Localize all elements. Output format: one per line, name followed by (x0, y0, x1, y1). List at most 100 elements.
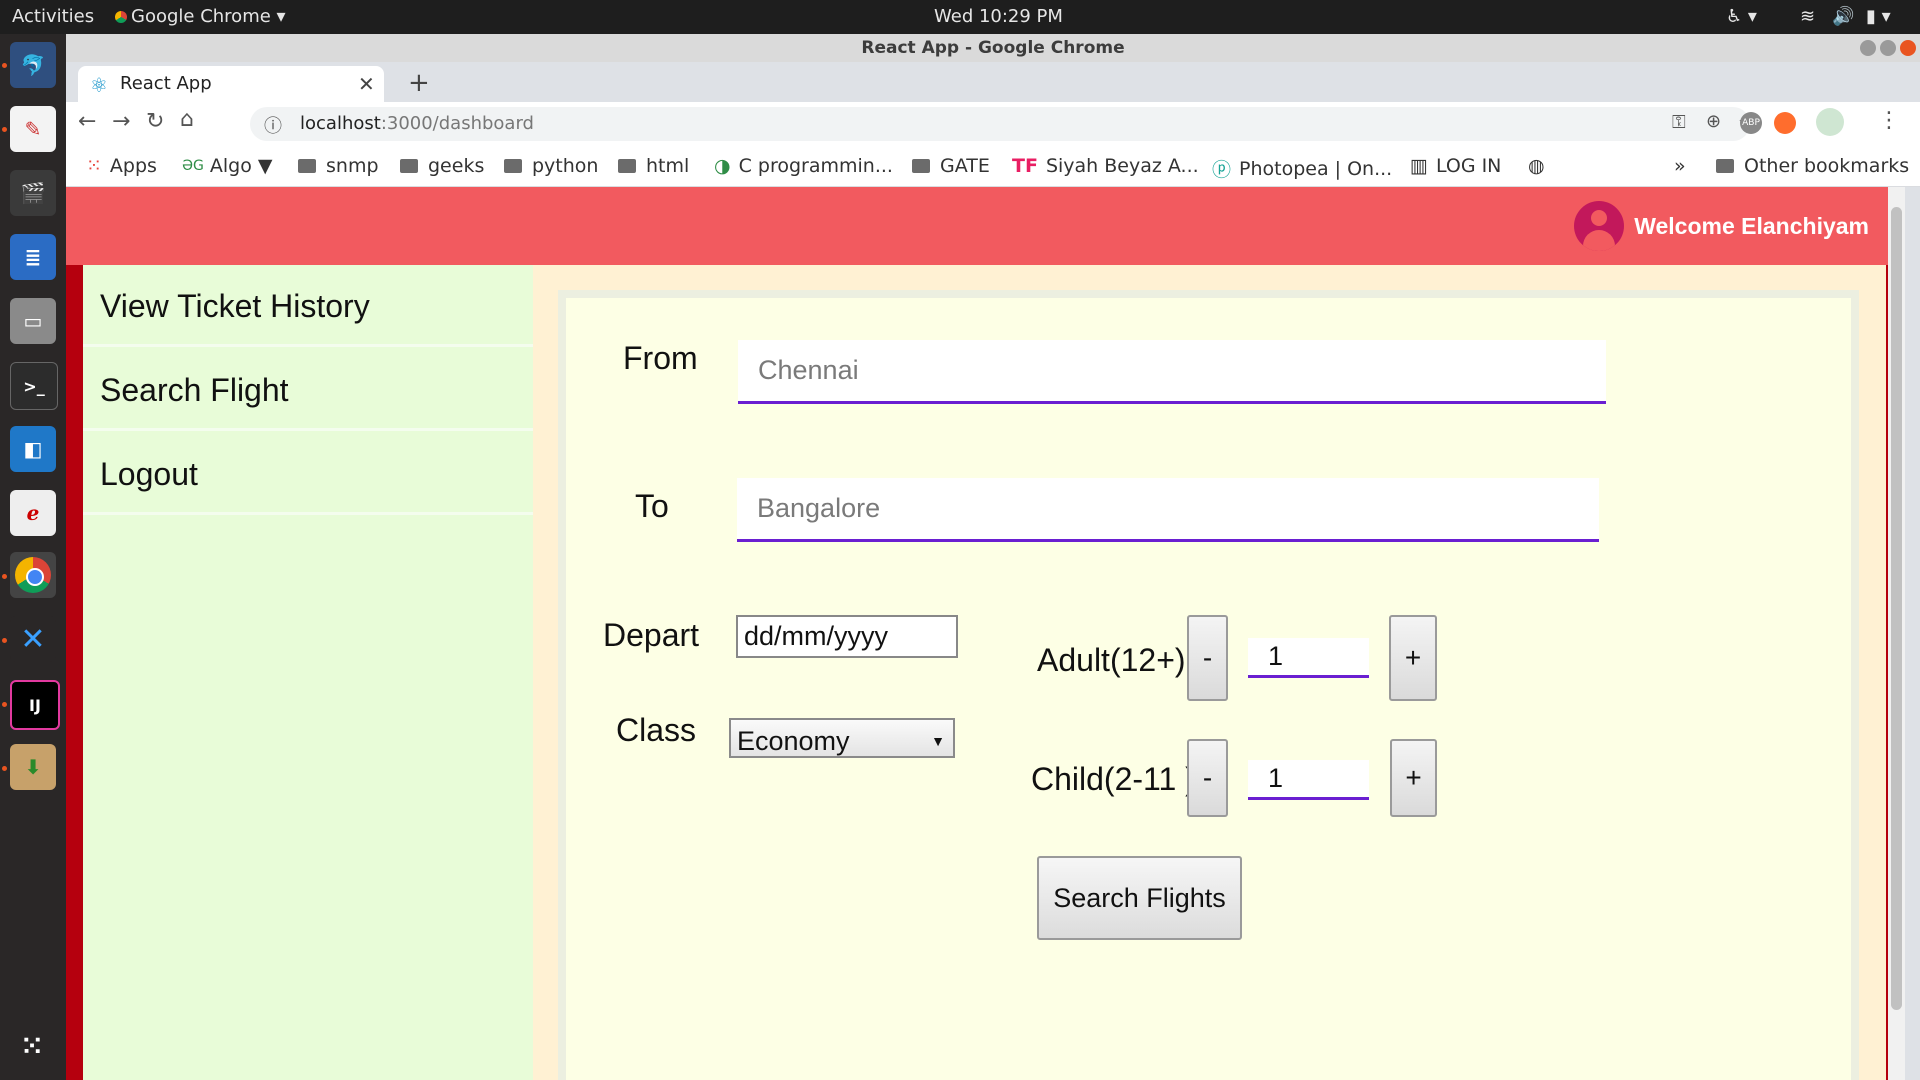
running-indicator (2, 63, 7, 68)
text-editor-icon[interactable]: ✎ (10, 106, 56, 152)
mysql-workbench-icon[interactable]: 🐬 (10, 42, 56, 88)
adult-label: Adult(12+) (1037, 642, 1186, 678)
chrome-app-menu[interactable]: Google Chrome ▾ (115, 6, 286, 27)
scrollbar-thumb[interactable] (1891, 207, 1902, 1010)
vscode-icon[interactable]: ✕ (10, 616, 56, 662)
url-text: localhost:3000/dashboard (300, 113, 534, 134)
child-count-input[interactable]: 1 (1248, 760, 1369, 800)
back-icon[interactable]: ← (78, 109, 96, 134)
class-label: Class (616, 712, 697, 748)
from-input[interactable] (738, 340, 1606, 404)
chrome-small-icon (115, 11, 127, 23)
site-icon: ◑ (714, 155, 731, 177)
document-viewer-icon[interactable]: ℯ (10, 490, 56, 536)
photopea-icon: ⓟ (1212, 159, 1232, 181)
bookmark-c-programming[interactable]: ◑ C programmin... (714, 155, 893, 177)
zoom-icon[interactable]: ⊕ (1706, 111, 1721, 132)
apps-grid-icon: ⁙ (86, 155, 102, 177)
child-decrement-button[interactable]: - (1187, 739, 1228, 817)
chrome-logo-icon (15, 557, 51, 593)
archive-manager-icon[interactable]: ⬇ (10, 744, 56, 790)
show-applications-icon[interactable]: ⁙ (10, 1024, 56, 1070)
bookmark-html[interactable]: html (618, 155, 689, 177)
running-indicator (2, 574, 7, 579)
menu-icon[interactable]: ⋮ (1878, 108, 1900, 133)
volume-icon[interactable]: 🔊 (1832, 6, 1854, 27)
forward-icon[interactable]: → (112, 109, 130, 134)
new-tab-button[interactable]: + (408, 68, 430, 98)
search-flights-button[interactable]: Search Flights (1037, 856, 1242, 940)
search-flight-form: From To Depart dd/mm/yyyy Class Economy … (566, 298, 1851, 1080)
sidebar-item-search-flight[interactable]: Search Flight (83, 349, 533, 431)
extension-icon[interactable] (1774, 112, 1796, 134)
sidebar-item-view-ticket-history[interactable]: View Ticket History (83, 265, 533, 347)
bookmarks-overflow[interactable]: » (1674, 155, 1686, 177)
to-input[interactable] (737, 478, 1599, 542)
app-header: Welcome Elanchiyam (66, 187, 1905, 265)
info-icon[interactable]: ⓘ (264, 112, 282, 138)
terminal-icon[interactable]: >_ (10, 362, 58, 410)
profile-avatar[interactable] (1816, 108, 1844, 136)
home-icon[interactable]: ⌂ (180, 107, 194, 132)
window-title: React App - Google Chrome (66, 34, 1920, 62)
tf-icon: TF (1012, 155, 1038, 177)
key-icon[interactable]: ⚿ (1672, 112, 1686, 133)
welcome-user[interactable]: Welcome Elanchiyam (1574, 201, 1869, 251)
maximize-button[interactable] (1880, 40, 1896, 56)
folder-icon (1716, 159, 1734, 173)
bank-icon: ▥ (1410, 155, 1428, 177)
react-favicon-icon: ⚛ (90, 73, 108, 97)
user-avatar-icon (1574, 201, 1625, 251)
address-bar[interactable]: ⓘ localhost:3000/dashboard ⚿ ⊕ ☆ (250, 107, 1756, 141)
depart-label: Depart (603, 617, 700, 653)
accessibility-icon[interactable]: ♿ ▾ (1726, 6, 1757, 27)
from-label: From (623, 340, 698, 376)
wifi-icon[interactable]: ≋ (1800, 6, 1815, 27)
bookmark-siyah-beyaz[interactable]: TF Siyah Beyaz A... (1012, 155, 1199, 177)
folder-icon (618, 159, 636, 173)
writer-icon[interactable]: ≣ (10, 234, 56, 280)
bookmark-other[interactable]: Other bookmarks (1716, 155, 1909, 177)
reload-icon[interactable]: ↻ (146, 109, 164, 134)
class-select[interactable]: Economy ▼ (729, 718, 955, 758)
chevron-down-icon: ▼ (931, 733, 945, 749)
to-label: To (635, 488, 669, 524)
close-tab-icon[interactable]: ✕ (358, 72, 375, 96)
battery-icon[interactable]: ▮ ▾ (1866, 6, 1891, 27)
remote-desktop-icon[interactable]: ◧ (10, 426, 56, 472)
adult-count-input[interactable]: 1 (1248, 638, 1369, 678)
chrome-window: React App - Google Chrome ⚛ React App ✕ … (66, 34, 1920, 1080)
bookmark-photopea[interactable]: ⓟ Photopea | On... (1212, 155, 1392, 182)
running-indicator (2, 766, 7, 771)
page-scrollbar[interactable] (1888, 187, 1905, 1080)
close-window-button[interactable] (1900, 40, 1916, 56)
child-increment-button[interactable]: + (1390, 739, 1437, 817)
sidebar: View Ticket History Search Flight Logout (83, 265, 533, 1080)
minimize-button[interactable] (1860, 40, 1876, 56)
page-viewport: Welcome Elanchiyam View Ticket History S… (66, 187, 1905, 1080)
bookmarks-bar: ⁙ Apps ƏG Algo ▼ snmp geeks python html ◑ C… (66, 146, 1920, 187)
bookmark-gate[interactable]: GATE (912, 155, 990, 177)
adult-decrement-button[interactable]: - (1187, 615, 1228, 701)
bookmark-algo[interactable]: ƏG Algo ▼ (182, 155, 273, 177)
bookmark-snmp[interactable]: snmp (298, 155, 379, 177)
activities-button[interactable]: Activities (12, 6, 94, 27)
tab-react-app[interactable]: ⚛ React App ✕ (78, 66, 384, 102)
bookmark-geeks[interactable]: geeks (400, 155, 484, 177)
bookmark-apps[interactable]: ⁙ Apps (86, 155, 157, 177)
sidebar-item-logout[interactable]: Logout (83, 433, 533, 515)
files-icon[interactable]: ▭ (10, 298, 56, 344)
browser-toolbar: ← → ↻ ⌂ ⓘ localhost:3000/dashboard ⚿ ⊕ ☆… (66, 102, 1920, 146)
clock[interactable]: Wed 10:29 PM (934, 6, 1063, 27)
intellij-icon[interactable]: IJ (10, 680, 60, 730)
chrome-dock-icon[interactable] (10, 552, 56, 598)
bookmark-log-in[interactable]: ▥ LOG IN (1410, 155, 1501, 177)
gfg-icon: ƏG (182, 158, 204, 174)
video-editor-icon[interactable]: 🎬 (10, 170, 56, 216)
depart-date-input[interactable]: dd/mm/yyyy (736, 615, 958, 658)
globe-icon[interactable]: ◍ (1528, 155, 1545, 177)
bookmark-python[interactable]: python (504, 155, 598, 177)
ubuntu-dock: 🐬 ✎ 🎬 ≣ ▭ >_ ◧ ℯ ✕ IJ ⬇ ⁙ (0, 34, 66, 1080)
adult-increment-button[interactable]: + (1389, 615, 1437, 701)
adblock-icon[interactable]: ABP (1740, 112, 1762, 134)
